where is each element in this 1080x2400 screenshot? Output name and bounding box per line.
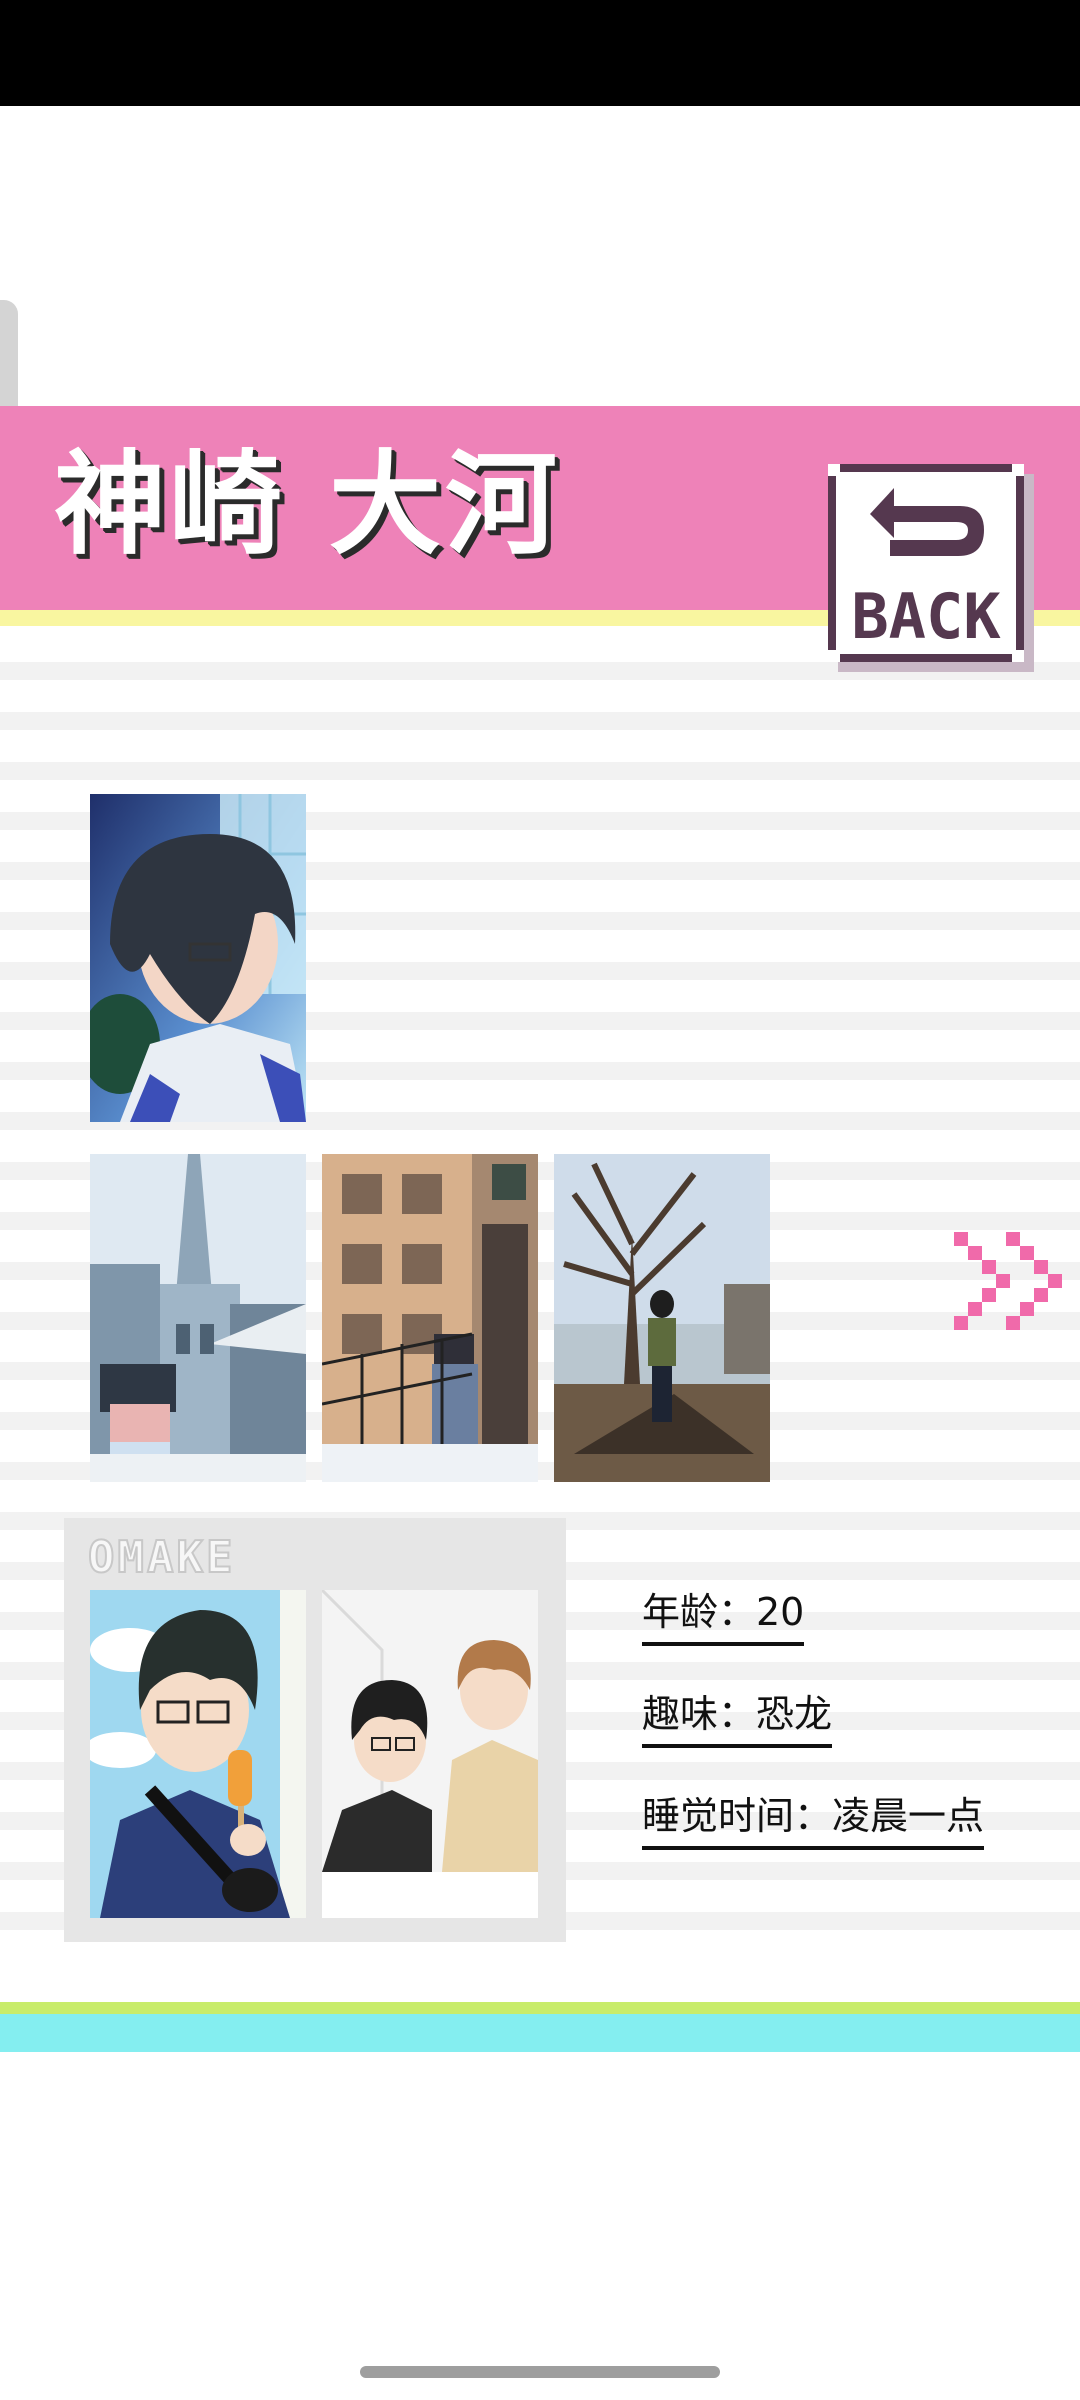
info-hobby: 趣味：恐龙 (642, 1688, 833, 1748)
next-page-button[interactable] (950, 1228, 1070, 1332)
back-button-label: BACK (851, 580, 1001, 653)
double-chevron-right-icon (954, 1232, 1062, 1330)
home-indicator[interactable] (360, 2366, 720, 2378)
gallery-photo-tree[interactable] (554, 1154, 770, 1482)
bottom-band-cyan (0, 2014, 1080, 2052)
main-portrait[interactable] (90, 794, 306, 1122)
gallery-photo-street[interactable] (322, 1154, 538, 1482)
bottom-band-green (0, 2002, 1080, 2014)
back-button[interactable]: BACK (824, 460, 1038, 676)
omake-photo-two-boys[interactable] (322, 1590, 538, 1918)
info-sleep-time: 睡觉时间：凌晨一点 (642, 1790, 985, 1850)
status-bar (0, 0, 1080, 106)
omake-label: OMAKE (87, 1531, 236, 1584)
gallery-photo-church[interactable] (90, 1154, 306, 1482)
back-arrow-icon: BACK (828, 464, 1034, 672)
character-name: 神崎 大河 (54, 440, 561, 570)
omake-photo-popsicle[interactable] (90, 1590, 306, 1918)
profile-screen: 神崎 大河 BACK OMAKE 年龄：20 趣味：恐龙 睡觉时间：凌晨一点 (0, 0, 1080, 2400)
info-age: 年龄：20 (642, 1586, 805, 1646)
